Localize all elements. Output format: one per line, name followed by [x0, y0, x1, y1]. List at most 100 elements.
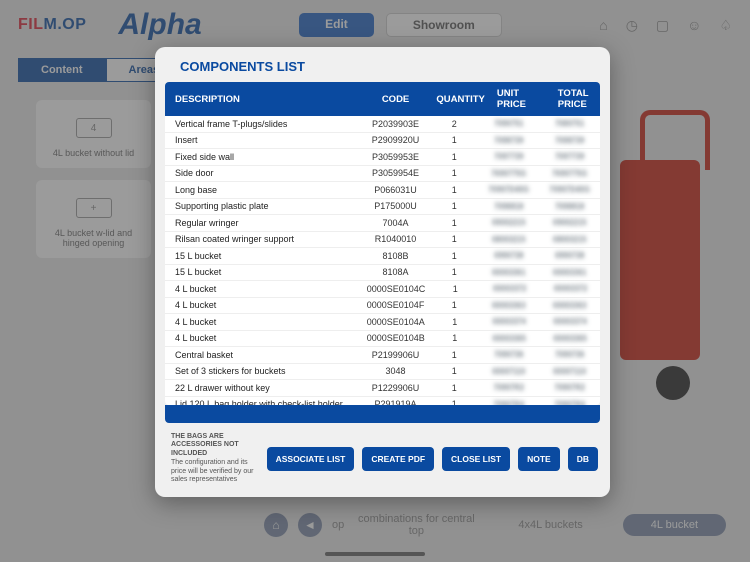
create-pdf-button[interactable]: CREATE PDF	[362, 447, 434, 471]
cell-code: R1040010	[361, 232, 431, 248]
cell-description: Set of 3 stickers for buckets	[165, 364, 361, 380]
modal-footnote: THE BAGS ARE ACCESSORIES NOT INCLUDED Th…	[171, 433, 259, 486]
cell-quantity: 1	[431, 281, 479, 297]
cell-quantity: 1	[430, 248, 478, 264]
cell-unit-price: 70907R2	[478, 380, 539, 396]
cell-quantity: 1	[430, 397, 478, 405]
col-header-code: CODE	[361, 88, 431, 110]
note-button[interactable]: NOTE	[518, 447, 560, 471]
cell-unit-price: 7098818	[478, 199, 539, 215]
cell-description: 15 L bucket	[165, 265, 361, 281]
cell-total-price: 7097739	[539, 149, 600, 165]
cell-quantity: 1	[430, 149, 478, 165]
cell-code: 0000SE0104C	[361, 281, 432, 297]
table-row[interactable]: Lid 120 L bag holder with check-list hol…	[165, 397, 600, 405]
cell-description: Vertical frame T-plugs/slides	[165, 116, 361, 132]
cell-code: 8108A	[361, 265, 431, 281]
cell-total-price: 7098739	[539, 133, 600, 149]
table-row[interactable]: 15 L bucket8108A10000336100003361	[165, 265, 600, 282]
table-row[interactable]: Set of 3 stickers for buckets30481000071…	[165, 364, 600, 381]
col-header-total-price: TOTAL PRICE	[552, 88, 600, 110]
close-list-button[interactable]: CLOSE LIST	[442, 447, 510, 471]
table-row[interactable]: Long baseP066031U170907D40G70907D40G	[165, 182, 600, 199]
modal-title: COMPONENTS LIST	[155, 47, 610, 82]
cell-unit-price: 00007110	[478, 364, 539, 380]
cell-code: 3048	[361, 364, 431, 380]
table-row[interactable]: Side doorP3059954E17690775G7690775G	[165, 166, 600, 183]
cell-unit-price: 09002215	[478, 215, 539, 231]
cell-unit-price: 70907R4	[478, 397, 539, 405]
table-row[interactable]: 4 L bucket0000SE0104A10000337400003374	[165, 314, 600, 331]
cell-total-price: 0990738	[539, 248, 600, 264]
cell-code: 8108B	[361, 248, 431, 264]
table-footer-bar	[165, 405, 600, 423]
table-row[interactable]: 4 L bucket0000SE0104F10000336300003363	[165, 298, 600, 315]
footnote-line2: The configuration and its price will be …	[171, 459, 253, 484]
cell-unit-price: 7097739	[478, 149, 539, 165]
cell-quantity: 1	[430, 298, 478, 314]
cell-unit-price: 00003365	[479, 331, 540, 347]
cell-code: P3059953E	[361, 149, 431, 165]
cell-unit-price: 7098739	[478, 133, 539, 149]
cell-code: 0000SE0104F	[361, 298, 431, 314]
table-row[interactable]: Rilsan coated wringer supportR1040010108…	[165, 232, 600, 249]
cell-quantity: 1	[431, 314, 479, 330]
cell-quantity: 1	[430, 347, 478, 363]
cell-total-price: 00003374	[540, 314, 600, 330]
db-button[interactable]: DB	[568, 447, 598, 471]
home-indicator	[325, 552, 425, 556]
cell-quantity: 1	[430, 182, 478, 198]
cell-code: P3059954E	[361, 166, 431, 182]
table-header-row: DESCRIPTION CODE QUANTITY UNIT PRICE TOT…	[165, 82, 600, 116]
cell-description: Side door	[165, 166, 361, 182]
associate-list-button[interactable]: ASSOCIATE LIST	[267, 447, 355, 471]
cell-total-price: 00003365	[540, 331, 600, 347]
cell-total-price: 7690775G	[539, 166, 600, 182]
cell-description: Insert	[165, 133, 361, 149]
cell-description: 15 L bucket	[165, 248, 361, 264]
table-row[interactable]: Fixed side wallP3059953E170977397097739	[165, 149, 600, 166]
cell-description: 4 L bucket	[165, 331, 361, 347]
table-row[interactable]: Central basketP2199906U170907367090736	[165, 347, 600, 364]
cell-code: P2909920U	[361, 133, 431, 149]
table-row[interactable]: InsertP2909920U170987397098739	[165, 133, 600, 150]
cell-unit-price: 00003363	[478, 298, 539, 314]
cell-quantity: 1	[430, 380, 478, 396]
cell-quantity: 1	[430, 133, 478, 149]
cell-description: 4 L bucket	[165, 298, 361, 314]
components-table: DESCRIPTION CODE QUANTITY UNIT PRICE TOT…	[165, 82, 600, 405]
table-row[interactable]: Regular wringer7004A10900221509002215	[165, 215, 600, 232]
table-body[interactable]: Vertical frame T-plugs/slidesP2039903E27…	[165, 116, 600, 405]
cell-quantity: 1	[430, 364, 478, 380]
table-row[interactable]: Vertical frame T-plugs/slidesP2039903E27…	[165, 116, 600, 133]
cell-quantity: 1	[430, 265, 478, 281]
table-row[interactable]: 22 L drawer without keyP1229906U170907R2…	[165, 380, 600, 397]
cell-quantity: 1	[430, 166, 478, 182]
table-row[interactable]: 4 L bucket0000SE0104B10000336500003365	[165, 331, 600, 348]
cell-code: P2039903E	[361, 116, 431, 132]
col-header-unit-price: UNIT PRICE	[491, 88, 552, 110]
footnote-line1: THE BAGS ARE ACCESSORIES NOT INCLUDED	[171, 433, 259, 459]
cell-code: P1229906U	[361, 380, 431, 396]
cell-total-price: 08003215	[539, 232, 600, 248]
cell-description: Fixed side wall	[165, 149, 361, 165]
cell-description: Regular wringer	[165, 215, 361, 231]
components-list-modal: COMPONENTS LIST DESCRIPTION CODE QUANTIT…	[155, 47, 610, 497]
cell-unit-price: 08003215	[478, 232, 539, 248]
cell-code: 0000SE0104B	[361, 331, 431, 347]
cell-quantity: 1	[430, 232, 478, 248]
cell-total-price: 70907D40G	[539, 182, 600, 198]
cell-description: Lid 120 L bag holder with check-list hol…	[165, 397, 361, 405]
cell-code: P066031U	[361, 182, 431, 198]
modal-footer: THE BAGS ARE ACCESSORIES NOT INCLUDED Th…	[155, 423, 610, 498]
table-row[interactable]: Supporting plastic plateP175000U17098818…	[165, 199, 600, 216]
cell-unit-price: 00003372	[479, 281, 540, 297]
table-row[interactable]: 15 L bucket8108B109907380990738	[165, 248, 600, 265]
table-row[interactable]: 4 L bucket0000SE0104C10000337200003372	[165, 281, 600, 298]
cell-unit-price: 7690775G	[478, 166, 539, 182]
cell-unit-price: 00003361	[478, 265, 539, 281]
cell-unit-price: 7090736	[478, 347, 539, 363]
cell-quantity: 1	[430, 215, 478, 231]
cell-total-price: 09002215	[539, 215, 600, 231]
cell-code: P291919A	[361, 397, 431, 405]
